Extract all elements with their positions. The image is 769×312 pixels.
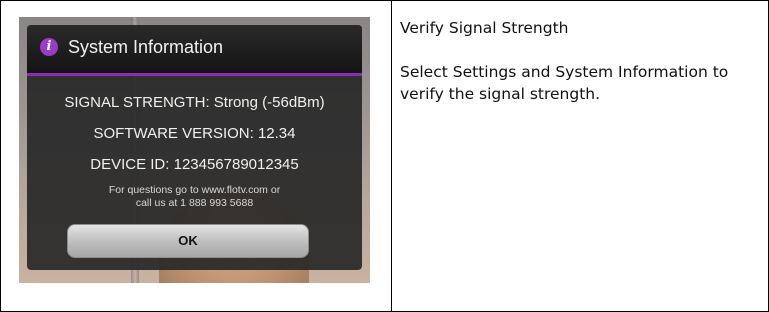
- screenshot-cell: i System Information SIGNAL STRENGTH: St…: [0, 0, 392, 312]
- document-table: i System Information SIGNAL STRENGTH: St…: [0, 0, 769, 312]
- help-text-line-1: For questions go to www.flotv.com or: [108, 184, 281, 196]
- system-information-dialog: i System Information SIGNAL STRENGTH: St…: [27, 25, 362, 270]
- dialog-accent-bar: [27, 73, 362, 76]
- info-icon: i: [40, 38, 58, 56]
- ok-button[interactable]: OK: [67, 224, 309, 258]
- device-id-text: DEVICE ID: 123456789012345: [90, 156, 299, 173]
- dialog-header: i System Information: [27, 25, 362, 73]
- device-screenshot: i System Information SIGNAL STRENGTH: St…: [19, 17, 370, 283]
- instruction-cell: Verify Signal Strength Select Settings a…: [391, 0, 769, 312]
- instruction-body: Select Settings and System Information t…: [400, 63, 729, 103]
- dialog-title: System Information: [68, 37, 224, 57]
- instruction-title: Verify Signal Strength: [400, 19, 569, 37]
- signal-strength-text: SIGNAL STRENGTH: Strong (-56dBm): [64, 94, 325, 111]
- help-text-line-2: call us at 1 888 993 5688: [135, 197, 254, 209]
- software-version-text: SOFTWARE VERSION: 12.34: [93, 125, 296, 142]
- table-row: i System Information SIGNAL STRENGTH: St…: [0, 0, 769, 312]
